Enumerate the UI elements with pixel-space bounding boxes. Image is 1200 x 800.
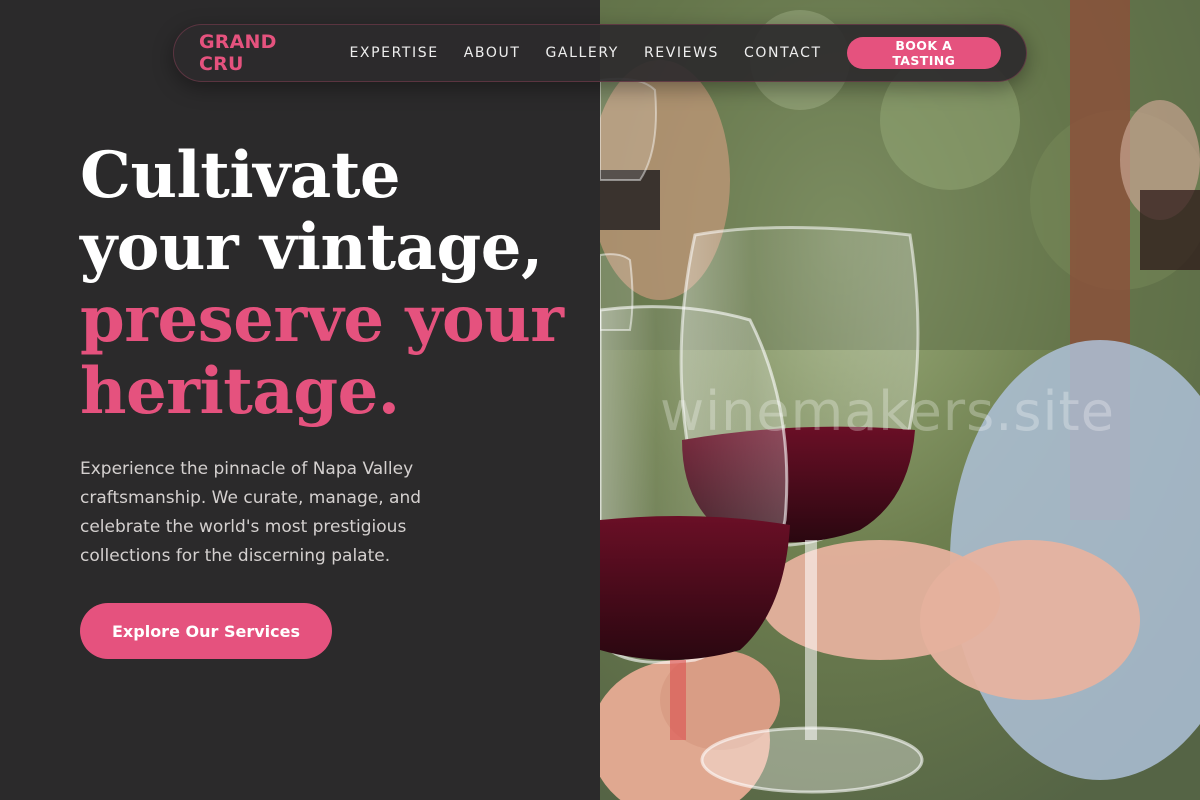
nav-link-gallery[interactable]: GALLERY [545, 45, 618, 61]
nav-links: EXPERTISE ABOUT GALLERY REVIEWS CONTACT [349, 45, 846, 61]
nav-link-expertise[interactable]: EXPERTISE [349, 45, 438, 61]
hero-title: Cultivate your vintage, preserve your he… [80, 140, 580, 428]
top-navigation-bar: GRAND CRU EXPERTISE ABOUT GALLERY REVIEW… [173, 24, 1027, 82]
hero-description: Experience the pinnacle of Napa Valley c… [80, 459, 422, 566]
hero-title-line-4: heritage. [80, 354, 400, 429]
book-tasting-button[interactable]: BOOK A TASTING [846, 37, 1001, 69]
hero-title-line-2: your vintage, [80, 210, 543, 285]
hero-title-line-1: Cultivate [80, 138, 401, 213]
nav-link-contact[interactable]: CONTACT [744, 45, 822, 61]
photo-watermark: winemakers.site [660, 380, 1115, 443]
nav-link-about[interactable]: ABOUT [464, 45, 521, 61]
explore-services-button[interactable]: Explore Our Services [80, 603, 332, 659]
nav-link-reviews[interactable]: REVIEWS [644, 45, 719, 61]
hero-title-line-3: preserve your [80, 282, 564, 357]
brand-logo[interactable]: GRAND CRU [199, 31, 317, 75]
